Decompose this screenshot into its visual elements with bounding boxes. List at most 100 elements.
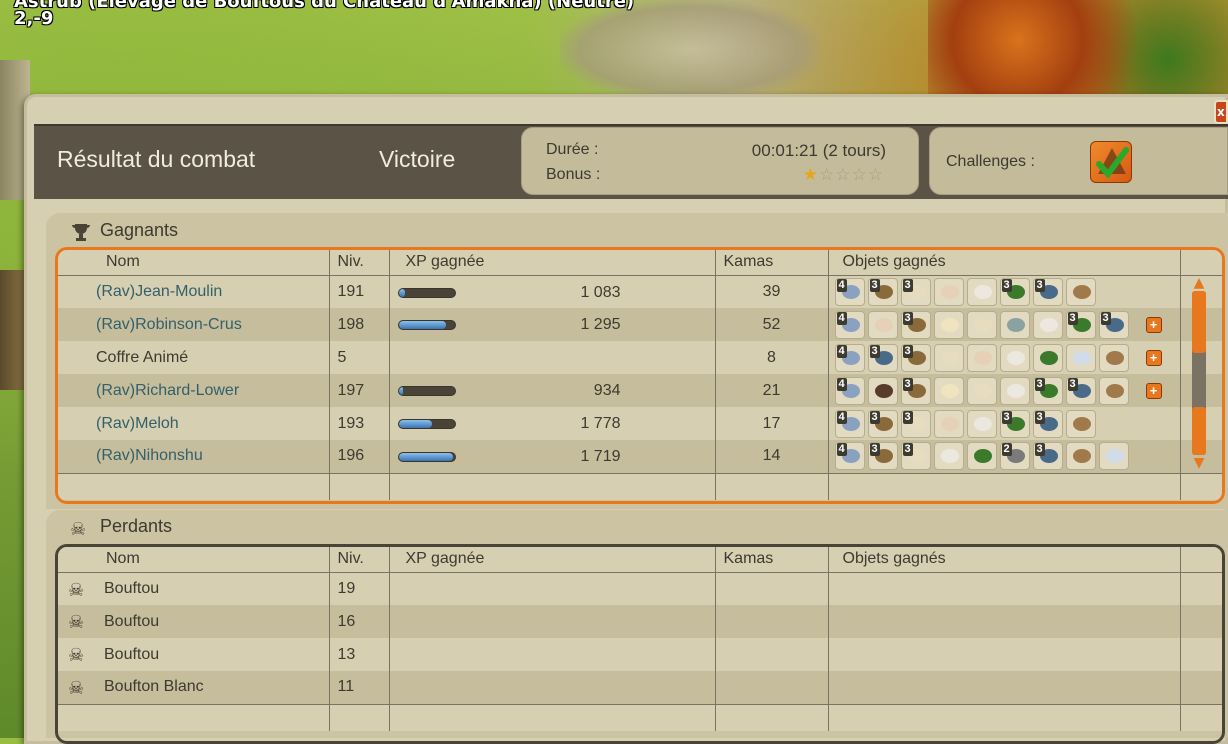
- more-items-plus-icon[interactable]: +: [1145, 317, 1162, 333]
- loot-item-icon[interactable]: [966, 310, 997, 339]
- loot-item-icon[interactable]: 3: [1032, 409, 1063, 438]
- loser-kamas: [715, 605, 829, 638]
- empty-cell: [389, 703, 716, 731]
- challenges-panel: Challenges :: [929, 127, 1228, 195]
- loot-item-icon[interactable]: 3: [867, 442, 898, 471]
- loot-item-icon[interactable]: [966, 376, 997, 405]
- winner-level: 197: [329, 374, 390, 407]
- loot-item-icon[interactable]: [867, 310, 898, 339]
- winner-row[interactable]: (Rav)Meloh 193 1 778 17 4 3 3 3 3: [58, 407, 1222, 440]
- loot-item-icon[interactable]: 3: [1032, 376, 1063, 405]
- loot-item-icon[interactable]: [1065, 442, 1096, 471]
- loser-row[interactable]: ☠ Bouftou 16: [58, 605, 1222, 638]
- column-xp[interactable]: XP gagnée: [389, 250, 716, 276]
- loot-item-icon[interactable]: 3: [999, 409, 1030, 438]
- loot-item-icon[interactable]: [933, 277, 964, 306]
- column-kamas[interactable]: Kamas: [715, 547, 829, 573]
- loser-row[interactable]: ☠ Bouftou 19: [58, 572, 1222, 605]
- loot-item-icon[interactable]: [933, 310, 964, 339]
- loot-item-icon[interactable]: [1098, 343, 1129, 372]
- column-level[interactable]: Niv.: [329, 547, 390, 573]
- winners-scrollbar[interactable]: ▲ ▼: [1190, 276, 1208, 470]
- loot-item-icon[interactable]: [999, 343, 1030, 372]
- loot-item-icon[interactable]: 3: [900, 277, 931, 306]
- loot-item-icon[interactable]: 4: [834, 277, 865, 306]
- loot-item-icon[interactable]: 4: [834, 442, 865, 471]
- column-name[interactable]: Nom: [58, 547, 330, 573]
- loot-item-icon[interactable]: [933, 343, 964, 372]
- challenge-check-icon[interactable]: [1090, 141, 1132, 183]
- loot-item-icon[interactable]: 2: [999, 442, 1030, 471]
- loot-item-icon[interactable]: 3: [1032, 277, 1063, 306]
- scroll-thumb[interactable]: [1192, 291, 1206, 353]
- winner-xp-cell: [389, 341, 716, 374]
- column-items[interactable]: Objets gagnés: [828, 250, 1181, 276]
- loot-item-icon[interactable]: [1065, 343, 1096, 372]
- scroll-down-arrow-icon[interactable]: ▼: [1190, 456, 1208, 470]
- xp-progress-bar: [397, 287, 456, 298]
- more-items-plus-icon[interactable]: +: [1145, 383, 1162, 399]
- loot-item-icon[interactable]: 3: [1032, 442, 1063, 471]
- loot-item-icon[interactable]: [1032, 343, 1063, 372]
- winner-name[interactable]: (Rav)Jean-Moulin: [58, 275, 330, 308]
- winner-name[interactable]: (Rav)Richard-Lower: [58, 374, 330, 407]
- loot-item-quantity: 3: [902, 344, 913, 358]
- loot-item-icon[interactable]: 4: [834, 343, 865, 372]
- loot-item-icon[interactable]: 4: [834, 310, 865, 339]
- winner-row[interactable]: (Rav)Richard-Lower 197 934 21 4 3 3 3 +: [58, 374, 1222, 407]
- loot-item-icon[interactable]: [966, 442, 997, 471]
- winner-row[interactable]: Coffre Animé 5 8 4 3 3 +: [58, 341, 1222, 374]
- column-kamas[interactable]: Kamas: [715, 250, 829, 276]
- more-items-plus-icon[interactable]: +: [1145, 350, 1162, 366]
- loot-item-icon[interactable]: 3: [900, 343, 931, 372]
- winner-name[interactable]: (Rav)Meloh: [58, 407, 330, 440]
- skull-icon: ☠: [68, 678, 85, 698]
- loot-item-icon[interactable]: 3: [1065, 376, 1096, 405]
- close-button[interactable]: x: [1214, 100, 1228, 124]
- loot-item-icon[interactable]: [966, 409, 997, 438]
- loot-item-icon[interactable]: 4: [834, 376, 865, 405]
- loot-item-icon[interactable]: [1098, 442, 1129, 471]
- loot-item-icon[interactable]: [966, 277, 997, 306]
- loot-item-icon[interactable]: [933, 442, 964, 471]
- scroll-up-arrow-icon[interactable]: ▲: [1190, 276, 1208, 290]
- loot-item-icon[interactable]: 3: [1098, 310, 1129, 339]
- loot-item-icon[interactable]: 3: [867, 343, 898, 372]
- column-level[interactable]: Niv.: [329, 250, 390, 276]
- loot-item-icon[interactable]: [1032, 310, 1063, 339]
- winner-row[interactable]: (Rav)Robinson-Crus 198 1 295 52 4 3 3 3 +: [58, 308, 1222, 341]
- loot-item-image: [973, 284, 992, 299]
- loot-item-icon[interactable]: 3: [999, 277, 1030, 306]
- combat-result: Victoire: [379, 146, 456, 172]
- bonus-star-icon: ☆: [867, 165, 884, 185]
- loser-row[interactable]: ☠ Bouftou 13: [58, 638, 1222, 671]
- loot-item-icon[interactable]: [1065, 277, 1096, 306]
- loot-item-icon[interactable]: [867, 376, 898, 405]
- winner-name[interactable]: (Rav)Nihonshu: [58, 440, 330, 473]
- loot-item-icon[interactable]: 3: [867, 409, 898, 438]
- loot-item-icon[interactable]: [999, 376, 1030, 405]
- loot-item-icon[interactable]: [933, 409, 964, 438]
- loot-item-icon[interactable]: 3: [900, 409, 931, 438]
- loot-item-icon[interactable]: 3: [867, 277, 898, 306]
- loot-item-icon[interactable]: 3: [900, 310, 931, 339]
- winner-row[interactable]: (Rav)Jean-Moulin 191 1 083 39 4 3 3 3 3: [58, 275, 1222, 308]
- loser-xp: [389, 671, 716, 704]
- loot-item-icon[interactable]: 3: [900, 442, 931, 471]
- loot-item-icon[interactable]: [933, 376, 964, 405]
- loot-item-icon[interactable]: 3: [1065, 310, 1096, 339]
- column-items[interactable]: Objets gagnés: [828, 547, 1181, 573]
- loot-item-icon[interactable]: [1065, 409, 1096, 438]
- loot-item-icon[interactable]: [966, 343, 997, 372]
- loot-item-icon[interactable]: [999, 310, 1030, 339]
- column-name[interactable]: Nom: [58, 250, 330, 276]
- loot-item-icon[interactable]: 4: [834, 409, 865, 438]
- column-xp[interactable]: XP gagnée: [389, 547, 716, 573]
- loot-item-icon[interactable]: 3: [900, 376, 931, 405]
- loser-name: Bouftou: [104, 645, 160, 663]
- loser-row[interactable]: ☠ Boufton Blanc 11: [58, 671, 1222, 704]
- loot-item-icon[interactable]: [1098, 376, 1129, 405]
- loser-name-cell: ☠ Boufton Blanc: [58, 671, 330, 704]
- winner-row[interactable]: (Rav)Nihonshu 196 1 719 14 4 3 3 2 3: [58, 440, 1222, 473]
- winner-name[interactable]: (Rav)Robinson-Crus: [58, 308, 330, 341]
